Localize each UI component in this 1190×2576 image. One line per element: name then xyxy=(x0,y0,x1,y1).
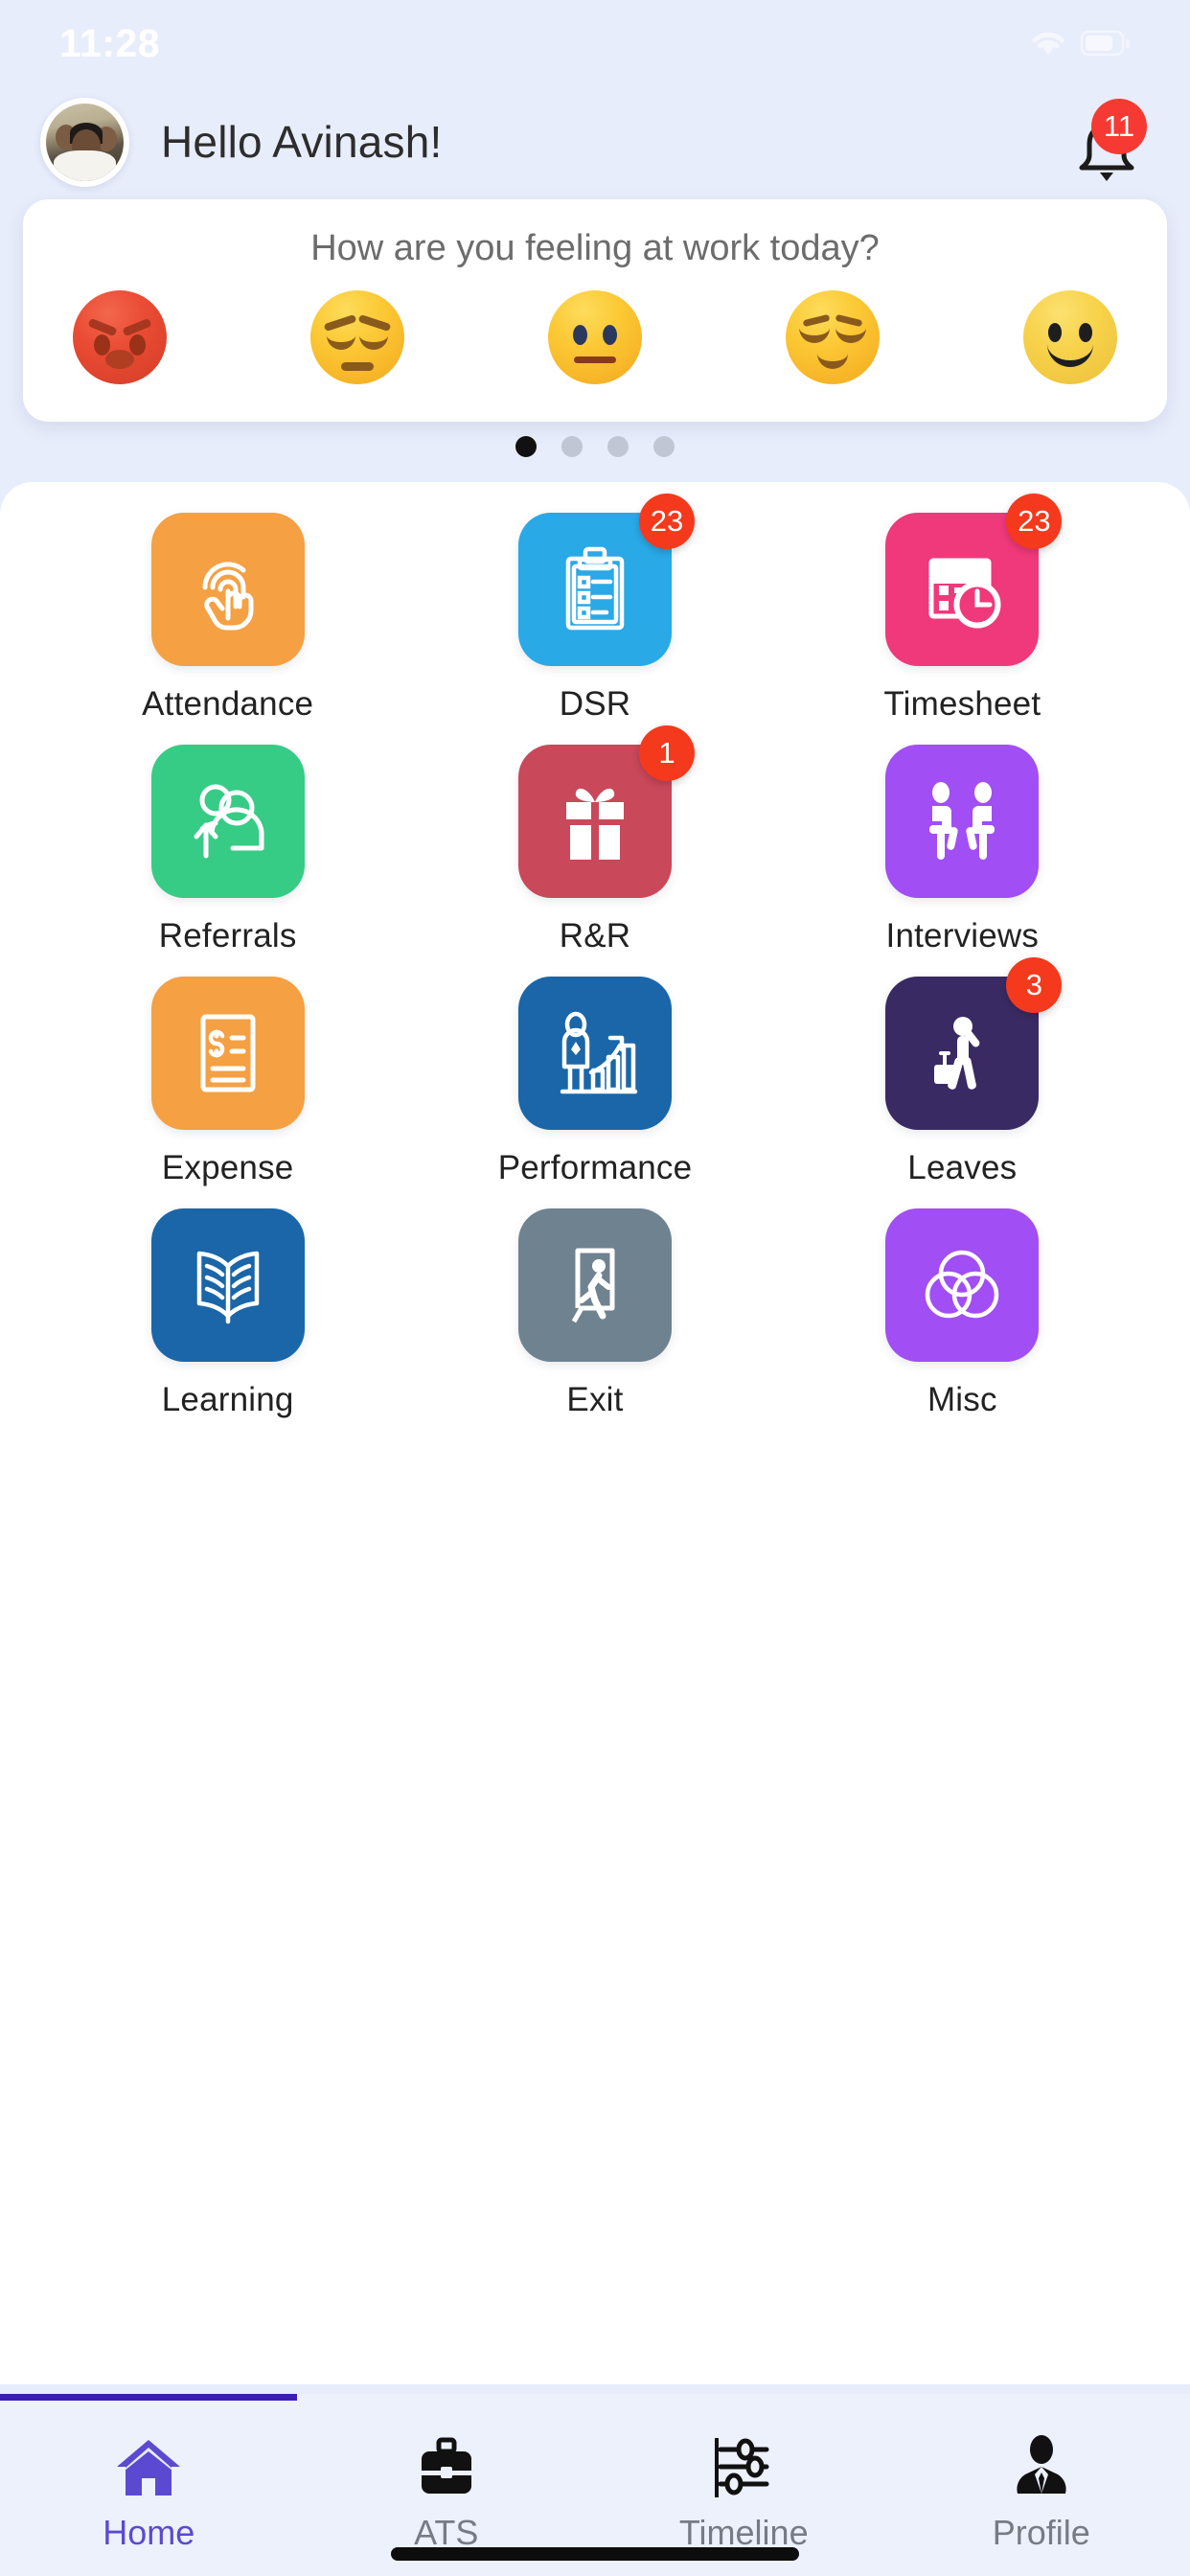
app-tile-leaves[interactable]: 3 Leaves xyxy=(779,957,1146,1187)
mood-option-pensive[interactable] xyxy=(310,290,404,384)
app-label: Learning xyxy=(161,1381,294,1418)
app-label: Performance xyxy=(497,1149,693,1186)
app-label: Leaves xyxy=(907,1149,1018,1186)
app-label: Interviews xyxy=(885,917,1040,954)
two-people-seated-icon xyxy=(916,777,1008,865)
app-label: Exit xyxy=(566,1381,624,1418)
battery-icon xyxy=(1081,30,1131,57)
app-tile-performance[interactable]: Performance xyxy=(411,977,778,1187)
mood-card: How are you feeling at work today? xyxy=(23,199,1167,422)
carousel-dot-4[interactable] xyxy=(653,436,675,457)
briefcase-icon xyxy=(414,2430,479,2501)
mood-option-relieved[interactable] xyxy=(786,290,880,384)
exit-door-icon xyxy=(553,1241,637,1329)
app-badge: 3 xyxy=(1006,957,1063,1013)
status-bar: 11:28 xyxy=(0,0,1190,86)
home-icon xyxy=(113,2430,184,2501)
app-label: Referrals xyxy=(158,917,297,954)
carousel-dot-1[interactable] xyxy=(515,436,537,457)
nav-label: Home xyxy=(103,2513,195,2552)
app-label: Timesheet xyxy=(883,685,1041,723)
app-badge: 23 xyxy=(1006,494,1063,549)
app-label: Misc xyxy=(927,1381,997,1418)
app-icon-bg xyxy=(150,1208,305,1362)
app-label: R&R xyxy=(559,917,631,954)
home-indicator xyxy=(391,2547,799,2561)
carousel-dots xyxy=(0,436,1190,457)
avatar-photo xyxy=(46,103,124,181)
sliders-icon xyxy=(707,2430,780,2501)
wifi-icon xyxy=(1029,29,1067,58)
app-icon-bg xyxy=(150,513,305,666)
person-suit-icon xyxy=(1010,2430,1073,2501)
carousel-dot-2[interactable] xyxy=(561,436,583,457)
app-tile-rnr[interactable]: 1 R&R xyxy=(411,725,778,955)
clipboard-checklist-icon xyxy=(553,545,637,633)
nav-item-profile[interactable]: Profile xyxy=(893,2394,1190,2576)
mood-option-happy[interactable] xyxy=(1023,290,1117,384)
app-grid-panel: Attendance 23 DSR 23 Timesheet Referrals… xyxy=(0,482,1190,2384)
document-clock-icon xyxy=(918,545,1006,633)
app-icon-bg xyxy=(885,1208,1040,1362)
active-tab-indicator xyxy=(0,2394,297,2401)
app-label: DSR xyxy=(559,685,631,723)
app-tile-attendance[interactable]: Attendance xyxy=(44,513,411,724)
notification-button[interactable]: 11 xyxy=(1064,99,1150,185)
app-tile-misc[interactable]: Misc xyxy=(779,1208,1146,1419)
carousel-dot-3[interactable] xyxy=(607,436,629,457)
fingerprint-touch-icon xyxy=(184,545,272,633)
bottom-navigation: Home ATS Timeline Profile xyxy=(0,2394,1190,2576)
open-book-icon xyxy=(184,1241,272,1329)
app-tile-interviews[interactable]: Interviews xyxy=(779,745,1146,955)
app-icon-bg xyxy=(517,977,672,1130)
nav-label: Profile xyxy=(992,2513,1090,2552)
app-tile-referrals[interactable]: Referrals xyxy=(44,745,411,955)
app-badge: 23 xyxy=(638,494,695,549)
app-icon-bg xyxy=(517,1208,672,1362)
gift-box-icon xyxy=(553,777,637,865)
app-icon-bg xyxy=(150,977,305,1130)
app-icon-bg xyxy=(885,745,1040,898)
app-header: Hello Avinash! 11 xyxy=(0,94,1190,190)
venn-circles-icon xyxy=(918,1241,1006,1329)
app-tile-exit[interactable]: Exit xyxy=(411,1208,778,1419)
status-indicators xyxy=(1029,29,1131,58)
mood-option-angry[interactable] xyxy=(73,290,167,384)
mood-options xyxy=(23,269,1167,384)
nav-item-home[interactable]: Home xyxy=(0,2394,298,2576)
app-label: Attendance xyxy=(142,685,314,723)
traveler-luggage-icon xyxy=(919,1009,1005,1097)
invoice-dollar-icon xyxy=(188,1009,268,1097)
mood-card-title: How are you feeling at work today? xyxy=(310,228,880,268)
greeting-text: Hello Avinash! xyxy=(161,117,443,167)
app-tile-dsr[interactable]: 23 DSR xyxy=(411,494,778,724)
notification-badge: 11 xyxy=(1091,99,1147,154)
people-refer-icon xyxy=(183,777,273,865)
mood-option-neutral[interactable] xyxy=(548,290,642,384)
app-badge: 1 xyxy=(638,725,695,781)
avatar[interactable] xyxy=(40,97,129,187)
app-label: Expense xyxy=(161,1149,294,1186)
app-tile-timesheet[interactable]: 23 Timesheet xyxy=(779,494,1146,724)
person-growth-chart-icon xyxy=(549,1009,641,1097)
app-grid: Attendance 23 DSR 23 Timesheet Referrals… xyxy=(44,494,1146,1419)
status-time: 11:28 xyxy=(59,20,161,65)
app-tile-learning[interactable]: Learning xyxy=(44,1208,411,1419)
app-icon-bg xyxy=(150,745,305,898)
app-tile-expense[interactable]: Expense xyxy=(44,977,411,1187)
